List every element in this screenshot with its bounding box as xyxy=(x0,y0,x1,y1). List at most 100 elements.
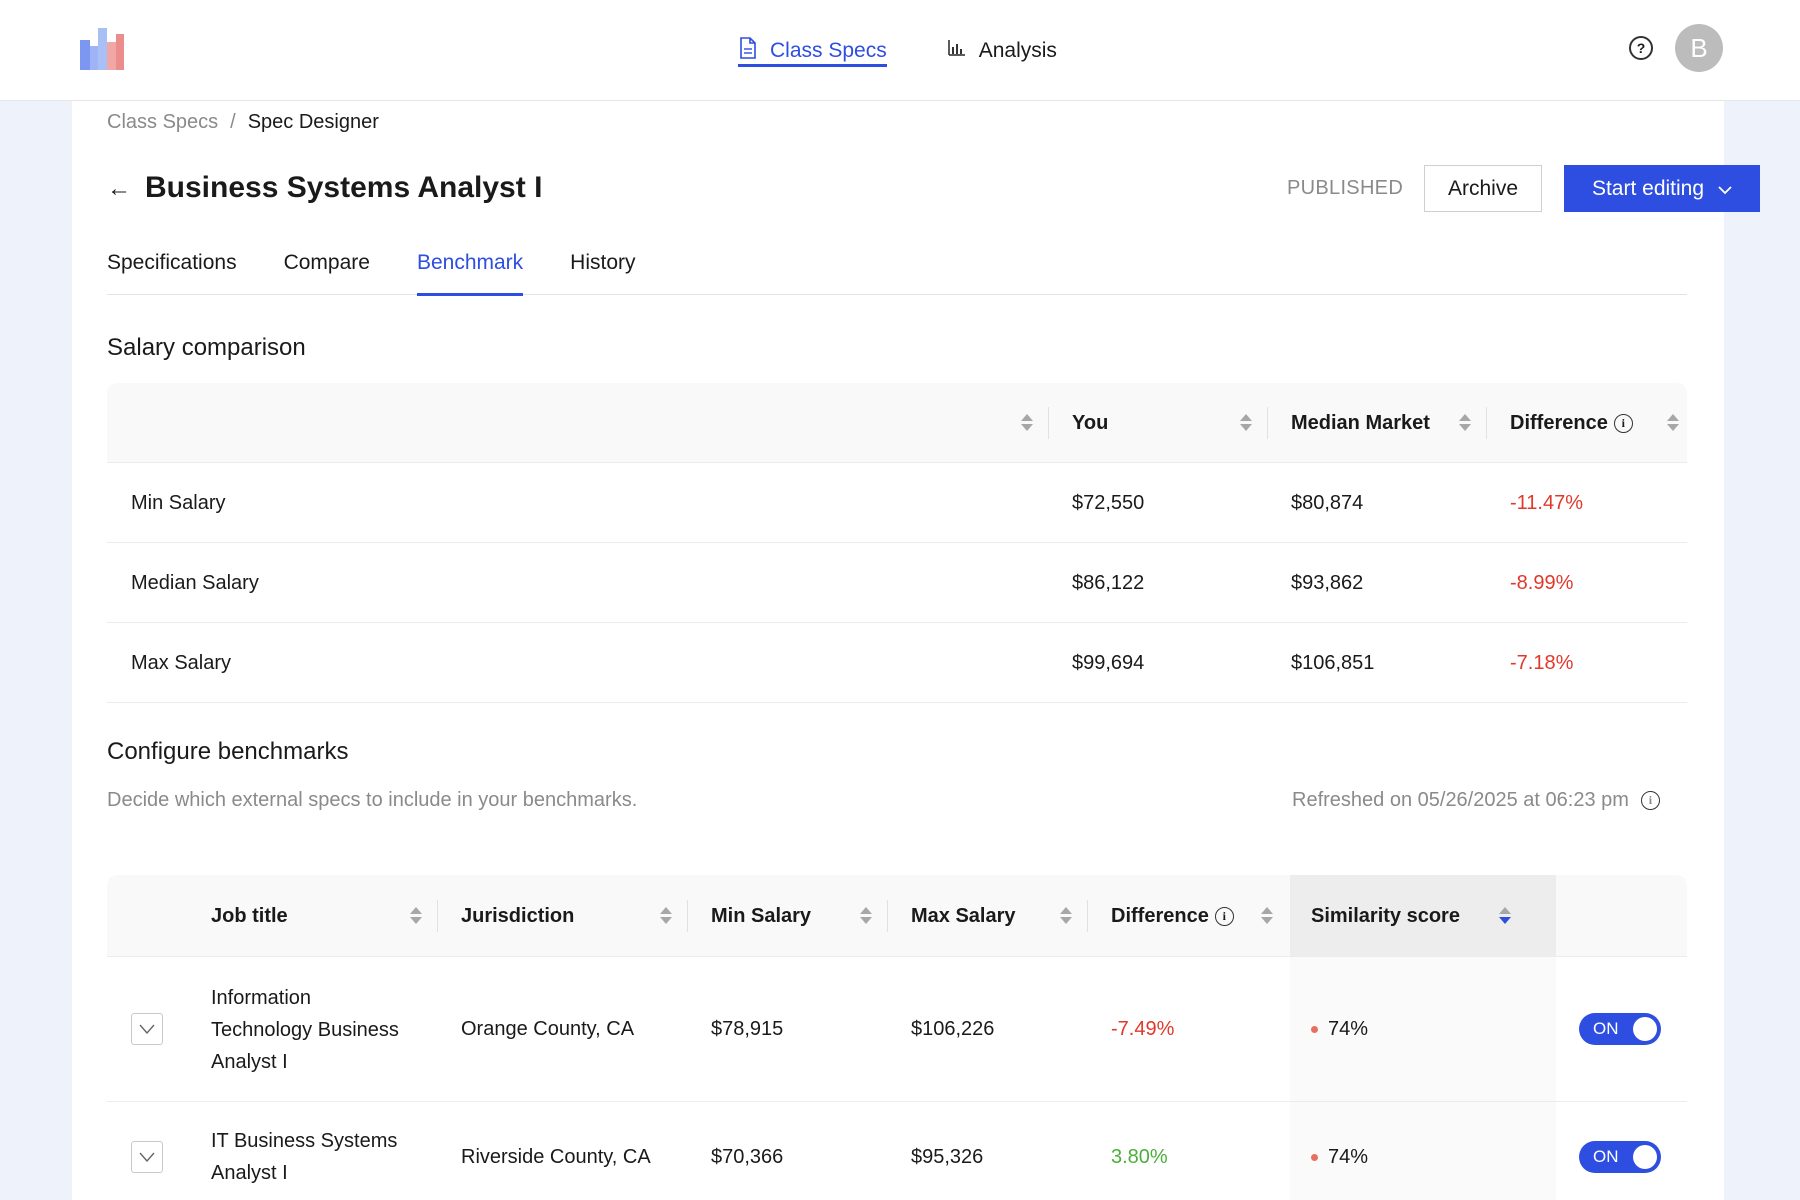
breadcrumb-class-specs[interactable]: Class Specs xyxy=(107,111,218,134)
sort-icon[interactable] xyxy=(1459,414,1471,431)
sort-icon[interactable] xyxy=(410,907,422,924)
table-header: You Median Market Difference i xyxy=(107,383,1687,463)
refreshed-text: Refreshed on 05/26/2025 at 06:23 pm xyxy=(1292,789,1629,811)
job-title-line: Technology Business xyxy=(211,1018,399,1041)
nav-analysis[interactable]: Analysis xyxy=(947,0,1057,101)
job-title-line: Analyst I xyxy=(211,1162,288,1184)
info-icon[interactable]: i xyxy=(1613,413,1633,433)
column-divider xyxy=(1087,900,1088,932)
column-header-max-salary: Max Salary xyxy=(911,904,1016,927)
breadcrumb: Class Specs / Spec Designer xyxy=(107,111,379,134)
include-toggle[interactable]: ON xyxy=(1579,1141,1661,1173)
app-logo[interactable] xyxy=(78,24,126,72)
tabs: Specifications Compare Benchmark History xyxy=(107,239,1687,296)
salary-comparison-title: Salary comparison xyxy=(107,334,306,361)
column-header-label: Difference xyxy=(1111,904,1209,927)
table-row: Median Salary $86,122 $93,862 -8.99% xyxy=(107,543,1687,623)
benchmarks-table: Job title Jurisdiction Min Salary Max Sa… xyxy=(107,875,1687,1200)
nav-label: Analysis xyxy=(978,38,1057,62)
job-title-line: Analyst I xyxy=(211,1050,288,1073)
difference-value: -7.49% xyxy=(1111,1018,1175,1040)
page-title: Business Systems Analyst I xyxy=(145,171,543,204)
help-icon[interactable]: ? xyxy=(1629,36,1653,60)
table-row: Min Salary $72,550 $80,874 -11.47% xyxy=(107,463,1687,543)
difference-value: -11.47% xyxy=(1510,491,1584,514)
column-header-job-title: Job title xyxy=(211,904,288,927)
table-row: Information Technology Business Analyst … xyxy=(107,957,1687,1102)
tab-specifications[interactable]: Specifications xyxy=(107,239,237,295)
similarity-score: 74% xyxy=(1311,1102,1368,1200)
column-header-difference: Difference i xyxy=(1510,383,1633,463)
max-salary-value: $95,326 xyxy=(911,1145,984,1168)
jurisdiction-value: Riverside County, CA xyxy=(461,1145,651,1168)
sort-icon[interactable] xyxy=(1021,414,1033,431)
score-value: 74% xyxy=(1328,1018,1369,1040)
similarity-score: 74% xyxy=(1311,957,1368,1102)
tab-history[interactable]: History xyxy=(570,239,635,295)
sort-descending-icon[interactable] xyxy=(1499,907,1511,924)
include-toggle[interactable]: ON xyxy=(1579,1013,1661,1045)
difference-value: 3.80% xyxy=(1111,1145,1168,1168)
document-icon xyxy=(738,36,758,65)
archive-button[interactable]: Archive xyxy=(1424,165,1542,212)
sort-icon[interactable] xyxy=(860,907,872,924)
benchmarks-description: Decide which external specs to include i… xyxy=(107,789,638,811)
column-header-min-salary: Min Salary xyxy=(711,904,812,927)
top-navigation-bar: Class Specs Analysis ? B xyxy=(0,0,1800,101)
info-icon[interactable]: i xyxy=(1214,906,1234,926)
score-dot-icon xyxy=(1311,1153,1318,1161)
expand-row-button[interactable] xyxy=(131,1141,163,1173)
you-value: $86,122 xyxy=(1072,571,1145,594)
main-panel: Class Specs / Spec Designer ← Business S… xyxy=(72,101,1760,1200)
toggle-knob xyxy=(1633,1017,1657,1041)
column-header-difference: Difference i xyxy=(1111,875,1234,957)
main-nav: Class Specs Analysis xyxy=(738,0,1057,101)
breadcrumb-separator: / xyxy=(230,111,236,133)
sort-icon[interactable] xyxy=(660,907,672,924)
table-row: Max Salary $99,694 $106,851 -7.18% xyxy=(107,623,1687,703)
job-title-line: Information xyxy=(211,986,312,1009)
min-salary-value: $70,366 xyxy=(711,1145,784,1168)
column-header-median-market: Median Market xyxy=(1291,411,1430,434)
chevron-down-icon xyxy=(139,1024,155,1034)
job-title-line: IT Business Systems xyxy=(211,1130,398,1152)
title-row: ← Business Systems Analyst I PUBLISHED A… xyxy=(107,165,1760,213)
column-divider xyxy=(1486,407,1487,439)
market-value: $106,851 xyxy=(1291,651,1375,674)
score-dot-icon xyxy=(1311,1026,1318,1033)
column-header-jurisdiction: Jurisdiction xyxy=(461,904,575,927)
chevron-down-icon xyxy=(139,1152,155,1162)
salary-comparison-table: You Median Market Difference i Min Salar… xyxy=(107,383,1687,703)
column-divider xyxy=(437,900,438,932)
row-label: Max Salary xyxy=(131,651,232,674)
sort-icon[interactable] xyxy=(1240,414,1252,431)
nav-class-specs[interactable]: Class Specs xyxy=(738,0,887,101)
back-arrow-icon[interactable]: ← xyxy=(107,177,131,201)
nav-label: Class Specs xyxy=(770,38,887,62)
market-value: $80,874 xyxy=(1291,491,1364,514)
row-label: Median Salary xyxy=(131,571,259,594)
bar-chart-icon xyxy=(947,38,967,64)
min-salary-value: $78,915 xyxy=(711,1018,784,1040)
column-divider xyxy=(887,900,888,932)
start-editing-button[interactable]: Start editing xyxy=(1564,165,1760,212)
tab-benchmark[interactable]: Benchmark xyxy=(416,239,524,296)
column-divider xyxy=(687,900,688,932)
sort-icon[interactable] xyxy=(1261,907,1273,924)
avatar[interactable]: B xyxy=(1675,24,1723,72)
toggle-label: ON xyxy=(1593,1147,1619,1166)
table-row: IT Business Systems Analyst I Riverside … xyxy=(107,1102,1687,1200)
configure-benchmarks-title: Configure benchmarks xyxy=(107,738,349,765)
column-divider xyxy=(1267,407,1268,439)
you-value: $99,694 xyxy=(1072,651,1145,674)
tab-compare[interactable]: Compare xyxy=(284,239,370,295)
toggle-knob xyxy=(1633,1145,1657,1169)
chevron-down-icon xyxy=(1718,177,1732,201)
info-icon[interactable]: i xyxy=(1640,791,1660,810)
sort-icon[interactable] xyxy=(1667,414,1679,431)
table-header: Job title Jurisdiction Min Salary Max Sa… xyxy=(107,875,1687,957)
job-title-cell: Information Technology Business Analyst … xyxy=(211,957,399,1102)
job-title-cell: IT Business Systems Analyst I xyxy=(211,1102,397,1200)
sort-icon[interactable] xyxy=(1060,907,1072,924)
expand-row-button[interactable] xyxy=(131,1013,163,1045)
